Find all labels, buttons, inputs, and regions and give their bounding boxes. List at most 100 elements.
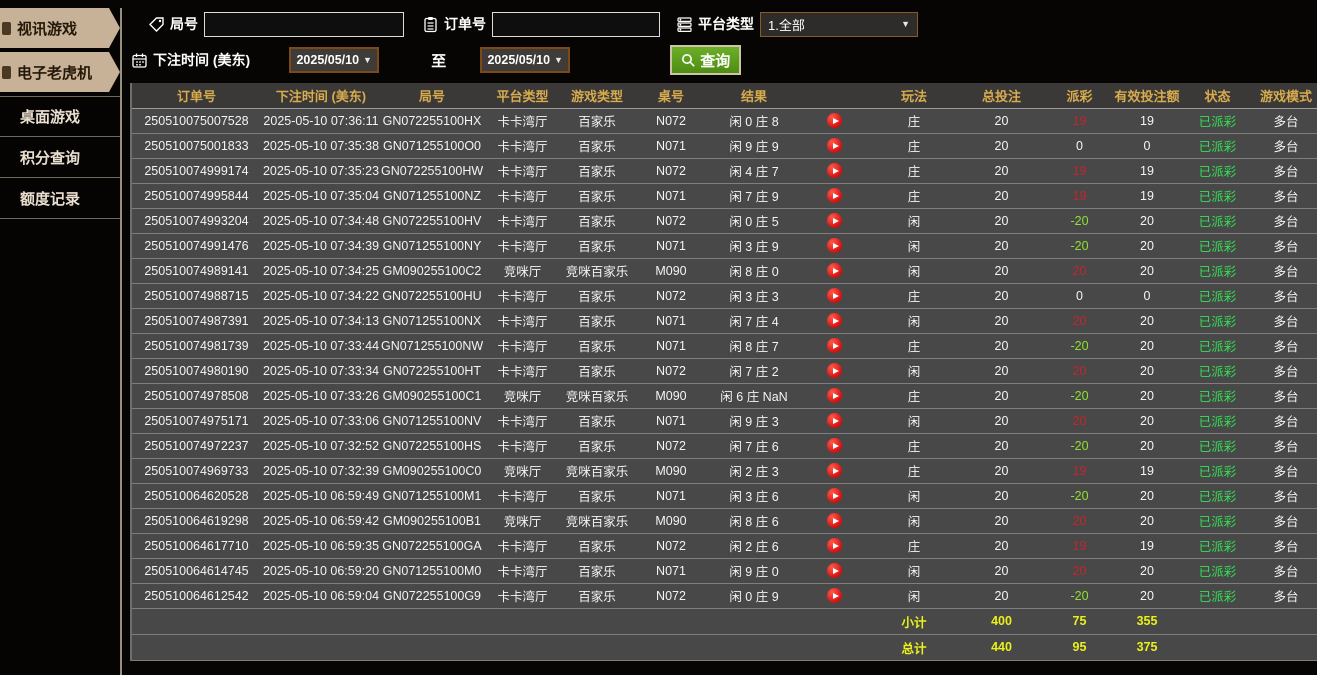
cell-table-no: N071: [632, 308, 710, 334]
subtotal-total-bet: 400: [957, 608, 1046, 635]
col-order-no: 订单号: [131, 83, 261, 109]
cell-result: 闲 8 庄 7: [710, 333, 798, 359]
cell-replay: [798, 358, 871, 384]
cell-game-type: 百家乐: [562, 408, 632, 434]
replay-play-icon[interactable]: [827, 163, 842, 178]
cell-result: 闲 6 庄 NaN: [710, 383, 798, 409]
cell-order-no: 250510074987391: [131, 308, 261, 334]
cell-payout: -20: [1046, 333, 1113, 359]
cell-bet-time: 2025-05-10 06:59:04: [261, 583, 381, 609]
cell-status: 已派彩: [1181, 383, 1254, 409]
cell-platform-type: 卡卡湾厅: [483, 183, 562, 209]
cell-game-type: 百家乐: [562, 333, 632, 359]
cell-game-type: 百家乐: [562, 133, 632, 159]
cell-result: 闲 4 庄 7: [710, 158, 798, 184]
cell-platform-type: 竞咪厅: [483, 258, 562, 284]
cell-game-mode: 多台: [1254, 108, 1317, 134]
cell-payout: 19: [1046, 458, 1113, 484]
replay-play-icon[interactable]: [827, 288, 842, 303]
replay-play-icon[interactable]: [827, 263, 842, 278]
cell-result: 闲 3 庄 3: [710, 283, 798, 309]
cell-result: 闲 2 庄 3: [710, 458, 798, 484]
date-to-select[interactable]: 2025/05/10 ▼: [480, 47, 571, 73]
replay-play-icon[interactable]: [827, 213, 842, 228]
replay-play-icon[interactable]: [827, 463, 842, 478]
grandtotal-payout: 95: [1046, 634, 1113, 661]
order-no-input[interactable]: [492, 11, 660, 37]
sidebar-item-label: 额度记录: [20, 190, 81, 208]
replay-play-icon[interactable]: [827, 363, 842, 378]
cell-platform-type: 卡卡湾厅: [483, 408, 562, 434]
cell-game-type: 百家乐: [562, 533, 632, 559]
search-button[interactable]: 查询: [670, 45, 742, 75]
cell-replay: [798, 433, 871, 459]
cell-table-no: N072: [632, 433, 710, 459]
cell-payout: 19: [1046, 158, 1113, 184]
col-round-no: 局号: [381, 83, 483, 109]
cell-order-no: 250510074980190: [131, 358, 261, 384]
subtotal-row: 小计 400 75 355: [131, 608, 1317, 635]
cell-order-no: 250510074988715: [131, 283, 261, 309]
replay-play-icon[interactable]: [827, 388, 842, 403]
cell-replay: [798, 508, 871, 534]
col-game-type: 游戏类型: [562, 83, 632, 109]
cell-result: 闲 8 庄 0: [710, 258, 798, 284]
sidebar-item-label: 视讯游戏: [17, 20, 78, 38]
cell-game-type: 百家乐: [562, 433, 632, 459]
replay-play-icon[interactable]: [827, 238, 842, 253]
cell-round-no: GN072255100HT: [381, 358, 483, 384]
date-from-select[interactable]: 2025/05/10 ▼: [289, 47, 380, 73]
replay-play-icon[interactable]: [827, 563, 842, 578]
cell-payout: 20: [1046, 558, 1113, 584]
cell-valid-bet: 20: [1113, 333, 1181, 359]
replay-play-icon[interactable]: [827, 438, 842, 453]
replay-play-icon[interactable]: [827, 338, 842, 353]
cell-valid-bet: 19: [1113, 458, 1181, 484]
cell-bet-time: 2025-05-10 07:34:13: [261, 308, 381, 334]
platform-type-select[interactable]: 1.全部 ▼: [760, 11, 918, 37]
cell-order-no: 250510074978508: [131, 383, 261, 409]
table-row: 250510074969733 2025-05-10 07:32:39 GM09…: [131, 458, 1317, 484]
cell-round-no: GN071255100NZ: [381, 183, 483, 209]
replay-play-icon[interactable]: [827, 588, 842, 603]
sidebar-item-credit-records[interactable]: 额度记录: [0, 178, 120, 219]
replay-play-icon[interactable]: [827, 138, 842, 153]
cell-replay: [798, 533, 871, 559]
table-body: 250510075007528 2025-05-10 07:36:11 GN07…: [131, 108, 1317, 609]
replay-play-icon[interactable]: [827, 313, 842, 328]
cell-result: 闲 7 庄 2: [710, 358, 798, 384]
cell-replay: [798, 133, 871, 159]
date-from-value: 2025/05/10: [296, 53, 360, 67]
replay-play-icon[interactable]: [827, 513, 842, 528]
sidebar-item-table-games[interactable]: 桌面游戏: [0, 96, 120, 137]
replay-play-icon[interactable]: [827, 113, 842, 128]
cell-result: 闲 2 庄 6: [710, 533, 798, 559]
cell-platform-type: 卡卡湾厅: [483, 358, 562, 384]
cell-result: 闲 0 庄 8: [710, 108, 798, 134]
sidebar-item-label: 桌面游戏: [20, 109, 81, 126]
replay-play-icon[interactable]: [827, 488, 842, 503]
cell-play-type: 闲: [871, 258, 957, 284]
cell-game-mode: 多台: [1254, 308, 1317, 334]
subtotal-payout: 75: [1046, 608, 1113, 635]
sidebar-item-points-query[interactable]: 积分查询: [0, 137, 120, 178]
cell-order-no: 250510074969733: [131, 458, 261, 484]
cell-valid-bet: 19: [1113, 158, 1181, 184]
col-status: 状态: [1181, 83, 1254, 109]
cell-payout: 20: [1046, 508, 1113, 534]
replay-play-icon[interactable]: [827, 538, 842, 553]
cell-bet-time: 2025-05-10 07:32:52: [261, 433, 381, 459]
sidebar-item-video-games[interactable]: 视讯游戏: [0, 8, 120, 48]
cell-status: 已派彩: [1181, 158, 1254, 184]
replay-play-icon[interactable]: [827, 188, 842, 203]
filter-bar: 局号 订单号 平台类型 1.全部 ▼ 下注时间 (美东) 2025/05/10 …: [122, 8, 1317, 75]
platform-type-value: 1.全部: [768, 17, 805, 33]
cell-status: 已派彩: [1181, 533, 1254, 559]
sidebar-item-slots[interactable]: 电子老虎机: [0, 52, 120, 92]
round-no-input[interactable]: [204, 11, 404, 37]
cell-round-no: GN072255100HX: [381, 108, 483, 134]
replay-play-icon[interactable]: [827, 413, 842, 428]
cell-status: 已派彩: [1181, 408, 1254, 434]
cell-payout: 19: [1046, 533, 1113, 559]
table-row: 250510074995844 2025-05-10 07:35:04 GN07…: [131, 183, 1317, 209]
